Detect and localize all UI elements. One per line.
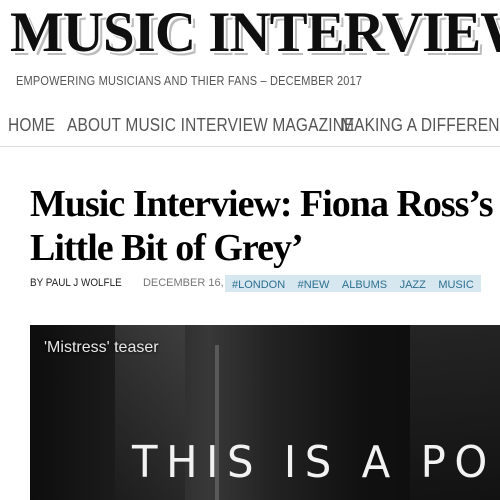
video-overlay-text: THIS IS A PO (132, 437, 496, 488)
tag-new[interactable]: #NEW (298, 277, 330, 294)
nav-item-about[interactable]: ABOUT MUSIC INTERVIEW MAGAZINE (67, 115, 355, 136)
site-tagline: EMPOWERING MUSICIANS AND THIER FANS – DE… (16, 74, 363, 88)
article-title: Music Interview: Fiona Ross’s Little Bit… (30, 182, 500, 270)
tag-london[interactable]: #LONDON (232, 277, 285, 294)
main-nav: HOME ABOUT MUSIC INTERVIEW MAGAZINE MAKI… (0, 106, 500, 147)
article-meta: BY PAUL J WOLFLE DECEMBER 16, 2017 (30, 275, 251, 291)
article-tags: #LONDON #NEW ALBUMS JAZZ MUSIC (225, 275, 481, 292)
article-title-line-1: Music Interview: Fiona Ross’s (30, 183, 494, 225)
nav-item-making-a-difference[interactable]: MAKING A DIFFERENCE (341, 115, 500, 136)
video-player[interactable]: 'Mistress' teaser THIS IS A PO (30, 325, 500, 500)
site-title[interactable]: MUSIC INTERVIEW (10, 2, 500, 64)
tag-jazz[interactable]: JAZZ (400, 277, 426, 294)
tag-music[interactable]: MUSIC (438, 277, 473, 294)
article-author[interactable]: BY PAUL J WOLFLE (30, 275, 122, 291)
video-title[interactable]: 'Mistress' teaser (44, 339, 159, 357)
tag-albums[interactable]: ALBUMS (342, 277, 387, 294)
nav-item-home[interactable]: HOME (8, 115, 55, 136)
article-title-line-2: Little Bit of Grey’ (30, 227, 304, 269)
